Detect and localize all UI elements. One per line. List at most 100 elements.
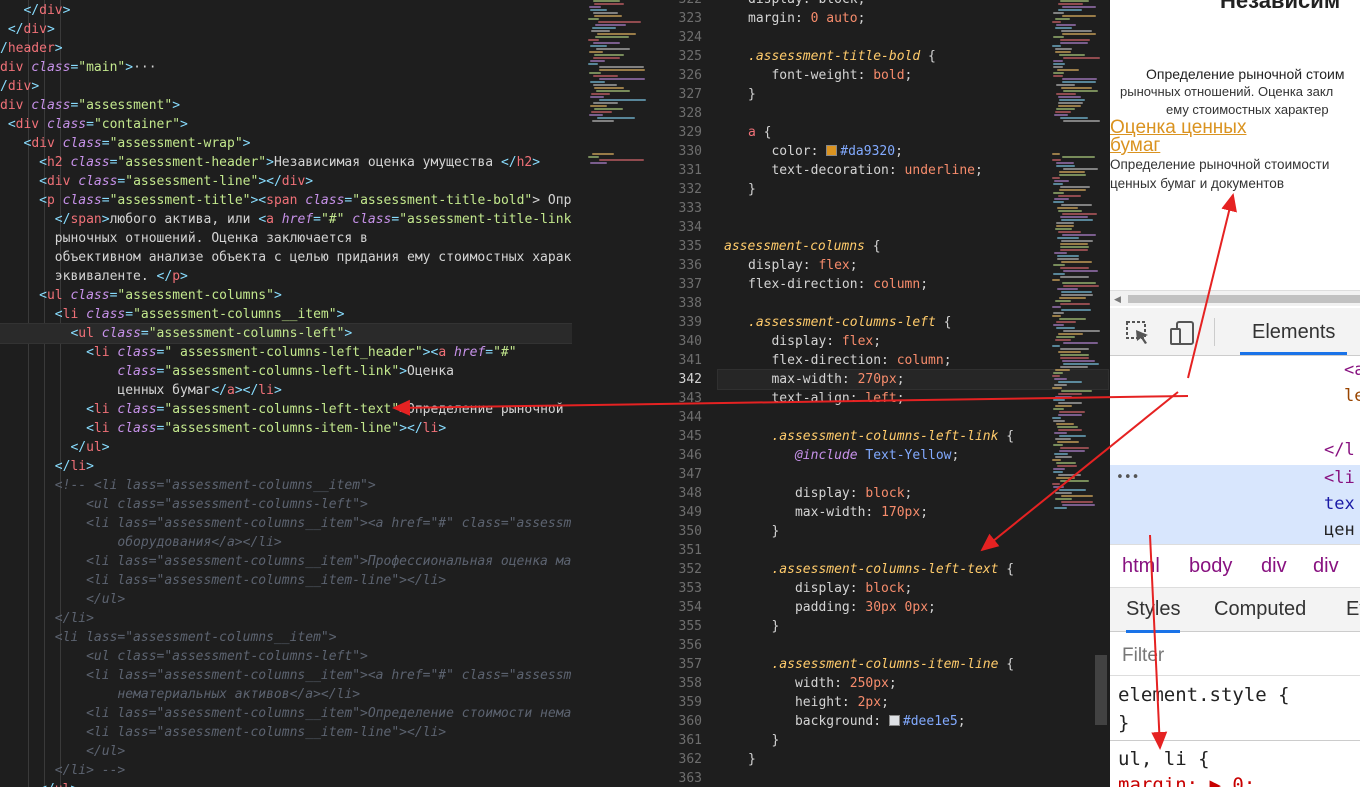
code-line[interactable]: @include Text-Yellow;: [718, 446, 1108, 465]
code-line[interactable]: <li class = " assessment-columns-left_head…: [0, 343, 572, 362]
code-line[interactable]: <li lass="assessment-columns__item-line"…: [0, 723, 572, 742]
code-line[interactable]: <li lass="assessment-columns__item">Проф…: [0, 552, 572, 571]
code-line[interactable]: text-align: left;: [718, 389, 1108, 408]
code-line[interactable]: [718, 465, 1108, 484]
html-code[interactable]: </div> </div>/header> div class="main">··…: [0, 0, 572, 787]
code-line[interactable]: display: block;: [718, 484, 1108, 503]
code-line[interactable]: .assessment-columns-left {: [718, 313, 1108, 332]
code-line[interactable]: a {: [718, 123, 1108, 142]
code-line[interactable]: .assessment-columns-left-link {: [718, 427, 1108, 446]
code-line[interactable]: <li lass="assessment-columns__item">Опре…: [0, 704, 572, 723]
tab-elements[interactable]: Elements: [1240, 308, 1348, 355]
code-line[interactable]: <li class="assessment-columns-item-line"…: [0, 419, 572, 438]
code-line[interactable]: [718, 408, 1108, 427]
code-line[interactable]: display: flex;: [718, 256, 1108, 275]
code-line[interactable]: .assessment-title-bold {: [718, 47, 1108, 66]
selected-dom-node[interactable]: [1110, 465, 1360, 544]
code-line[interactable]: </div>: [0, 1, 572, 20]
code-line[interactable]: <h2 class="assessment-header">Независима…: [0, 153, 572, 172]
code-line[interactable]: </li> -->: [0, 761, 572, 780]
dom-node[interactable]: цен: [1324, 520, 1355, 540]
styles-pane[interactable]: element.style { } ul, li { margin: ▶ 0;: [1110, 676, 1360, 787]
code-line[interactable]: background: #dee1e5;: [718, 712, 1108, 731]
tab-event-listeners[interactable]: Ev: [1346, 598, 1360, 621]
code-line[interactable]: /header>: [0, 39, 572, 58]
dom-node[interactable]: <li: [1324, 468, 1355, 488]
code-line[interactable]: </ul>: [0, 438, 572, 457]
breadcrumb-item[interactable]: div: [1313, 555, 1339, 578]
code-line[interactable]: оборудования</a></li>: [0, 533, 572, 552]
code-line[interactable]: }: [718, 85, 1108, 104]
code-line[interactable]: display: block;: [718, 0, 1108, 9]
code-line[interactable]: }: [718, 522, 1108, 541]
code-line[interactable]: [718, 104, 1108, 123]
page-horizontal-scrollbar[interactable]: ◀: [1110, 290, 1360, 306]
code-line[interactable]: <div class="container">: [0, 115, 572, 134]
styles-filter-input[interactable]: Filter: [1110, 636, 1360, 676]
code-line[interactable]: assessment-columns {: [718, 237, 1108, 256]
code-line[interactable]: рыночных отношений. Оценка заключается в: [0, 229, 572, 248]
code-line[interactable]: [718, 294, 1108, 313]
code-line[interactable]: <ul class="assessment-columns-left">: [0, 647, 572, 666]
code-line[interactable]: div class="main">···: [0, 58, 572, 77]
code-line[interactable]: div class="assessment">: [0, 96, 572, 115]
dom-node[interactable]: </l: [1324, 440, 1355, 460]
code-line[interactable]: </ul>: [0, 780, 572, 787]
style-property[interactable]: margin: ▶ 0;: [1118, 774, 1255, 787]
code-line[interactable]: text-decoration: underline;: [718, 161, 1108, 180]
code-line[interactable]: <div class="assessment-line"></div>: [0, 172, 572, 191]
scroll-left-icon[interactable]: ◀: [1114, 294, 1121, 305]
inspect-element-icon[interactable]: [1126, 321, 1152, 345]
code-line[interactable]: <li class="assessment-columns__item">: [0, 305, 572, 324]
code-line[interactable]: </ul>: [0, 742, 572, 761]
code-line[interactable]: <div class="assessment-wrap">: [0, 134, 572, 153]
scss-scrollbar-thumb[interactable]: [1095, 655, 1107, 725]
code-line[interactable]: [718, 199, 1108, 218]
scss-code[interactable]: display: block;margin: 0 auto;.assessmen…: [717, 0, 1109, 787]
code-line[interactable]: [718, 541, 1108, 560]
code-line[interactable]: [718, 218, 1108, 237]
code-line[interactable]: display: block;: [718, 579, 1108, 598]
dom-tree[interactable]: <a le </l ••• <li tex цен: [1110, 356, 1360, 544]
tab-styles[interactable]: Styles: [1126, 598, 1181, 633]
code-line[interactable]: display: flex;: [718, 332, 1108, 351]
breadcrumb-item[interactable]: div: [1261, 555, 1287, 578]
code-line[interactable]: </li>: [0, 609, 572, 628]
code-line[interactable]: }: [718, 750, 1108, 769]
code-line[interactable]: flex-direction: column;: [718, 351, 1108, 370]
dom-node[interactable]: tex: [1324, 494, 1355, 514]
code-line[interactable]: max-width: 270px;: [717, 369, 1109, 390]
html-editor-pane[interactable]: </div> </div>/header> div class="main">··…: [0, 0, 660, 787]
code-line[interactable]: /div>: [0, 77, 572, 96]
code-line[interactable]: <li lass="assessment-columns__item"><a h…: [0, 514, 572, 533]
code-line[interactable]: <ul class="assessment-columns-left">: [0, 495, 572, 514]
code-line[interactable]: нематериальных активов</a></li>: [0, 685, 572, 704]
code-line[interactable]: эквиваленте. </p>: [0, 267, 572, 286]
code-line[interactable]: flex-direction: column;: [718, 275, 1108, 294]
breadcrumb-item[interactable]: body: [1189, 555, 1232, 578]
code-line[interactable]: ценных бумаг</a></li>: [0, 381, 572, 400]
code-line[interactable]: <!-- <li lass="assessment-columns__item"…: [0, 476, 572, 495]
scrollbar-thumb[interactable]: [1128, 295, 1360, 303]
securities-assessment-link[interactable]: Оценка ценных бумаг: [1110, 118, 1280, 155]
code-line[interactable]: <li class="assessment-columns-left-text"…: [0, 400, 572, 419]
color-swatch-icon[interactable]: [888, 715, 900, 726]
code-line[interactable]: .assessment-columns-left-text {: [718, 560, 1108, 579]
code-line[interactable]: margin: 0 auto;: [718, 9, 1108, 28]
code-line[interactable]: <li lass="assessment-columns__item-line"…: [0, 571, 572, 590]
code-line[interactable]: color: #da9320;: [718, 142, 1108, 161]
style-rule-selector[interactable]: ul, li {: [1118, 748, 1210, 770]
scss-editor-pane[interactable]: 322 323 324 325 326 327 328 329 330 331 332 333 334 3…: [660, 0, 1110, 787]
code-line[interactable]: объективном анализе объекта с целью прид…: [0, 248, 572, 267]
style-rule-selector[interactable]: element.style {: [1118, 684, 1290, 706]
html-minimap[interactable]: [588, 0, 648, 787]
code-line[interactable]: <p class="assessment-title"><span class=…: [0, 191, 572, 210]
code-line[interactable]: }: [718, 180, 1108, 199]
code-line[interactable]: [718, 28, 1108, 47]
breadcrumb-item[interactable]: html: [1122, 555, 1160, 578]
code-line[interactable]: <ul class="assessment-columns">: [0, 286, 572, 305]
code-line[interactable]: max-width: 170px;: [718, 503, 1108, 522]
code-line[interactable]: width: 250px;: [718, 674, 1108, 693]
code-line[interactable]: font-weight: bold;: [718, 66, 1108, 85]
code-line[interactable]: class="assessment-columns-left-link">Оце…: [0, 362, 572, 381]
